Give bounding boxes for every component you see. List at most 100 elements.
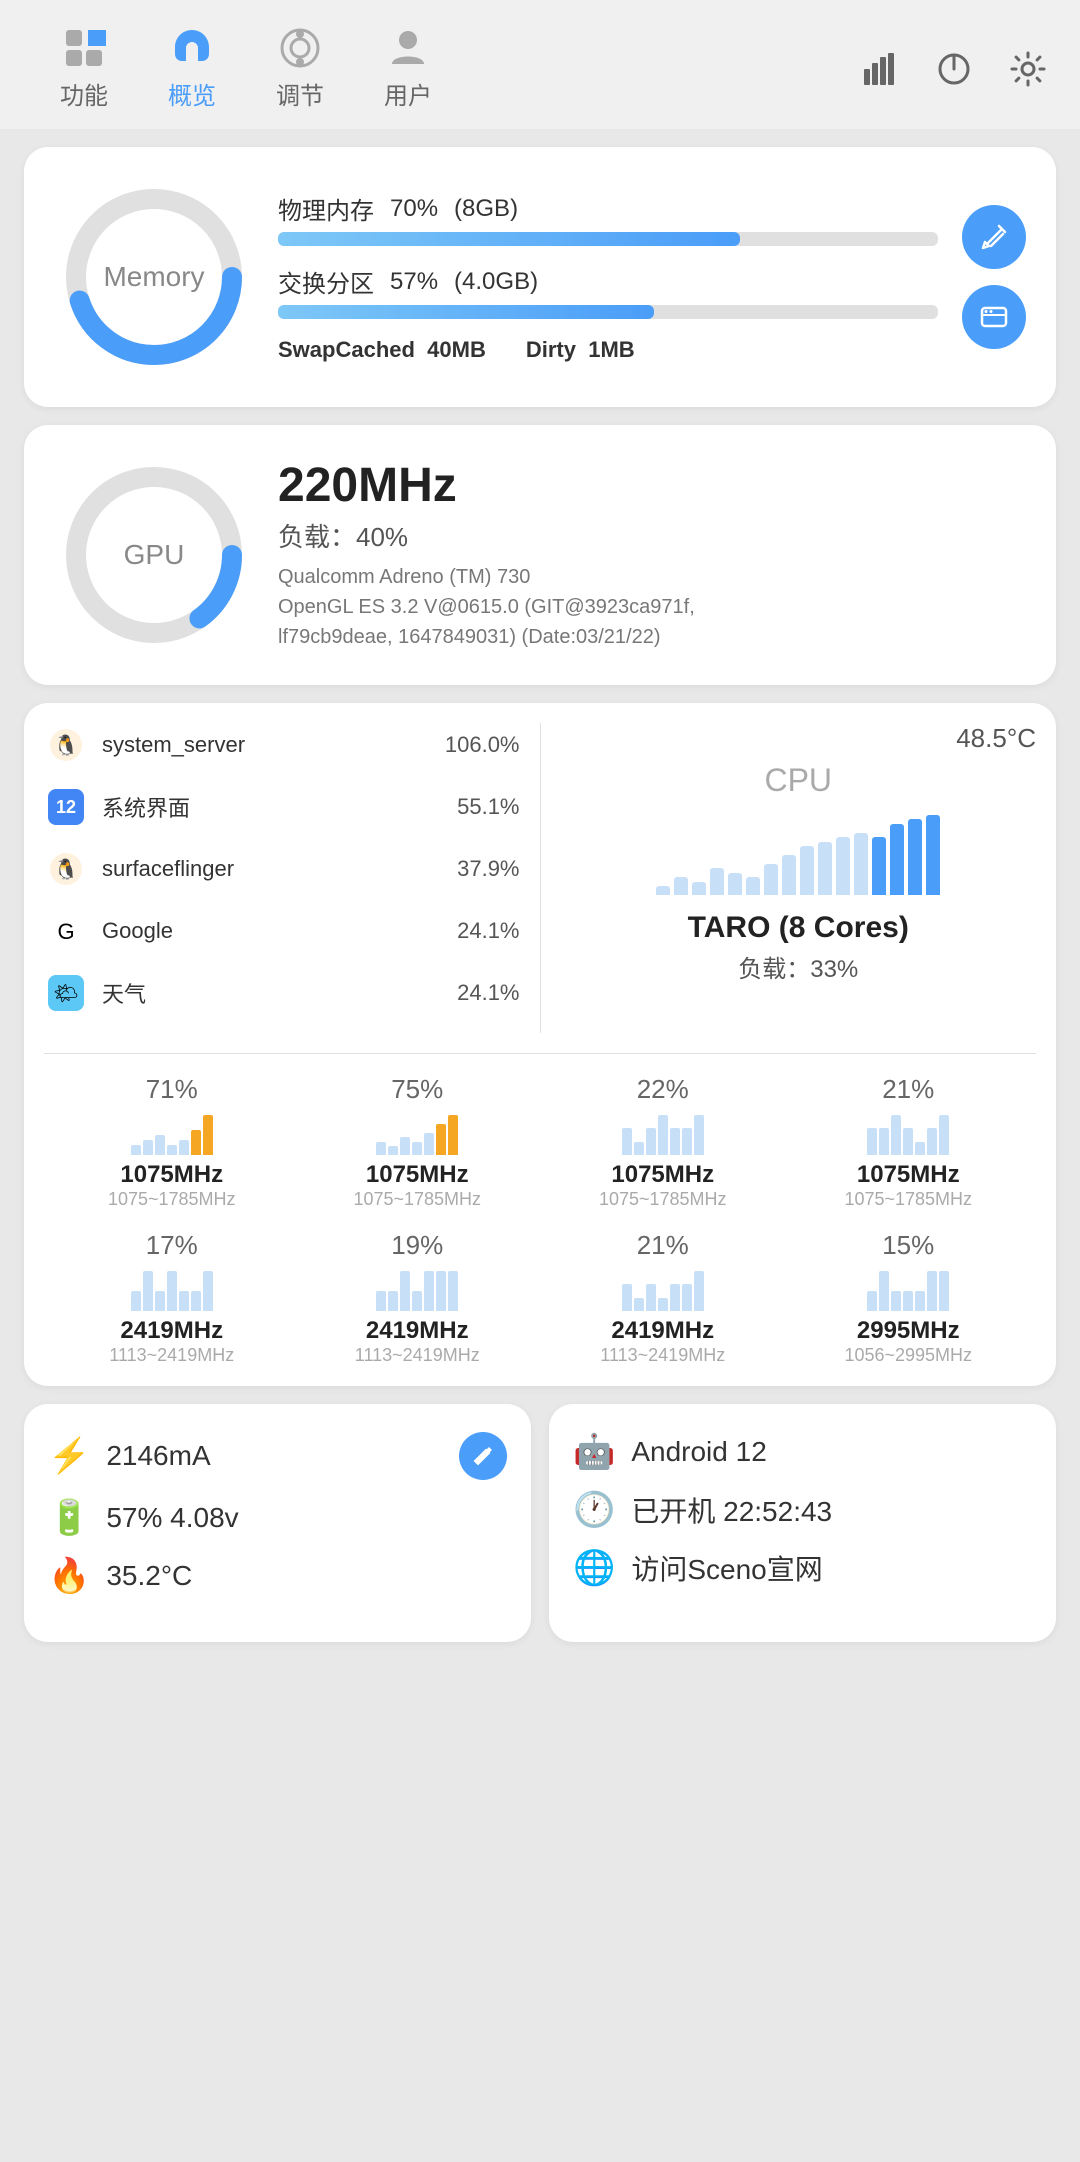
gpu-label: GPU — [124, 539, 185, 571]
cpu-chart-bar — [890, 824, 904, 895]
core-freq: 2419MHz — [366, 1317, 469, 1345]
core-bar — [191, 1130, 201, 1155]
visit-row: 🌐 访问Sceno宣网 — [573, 1548, 1032, 1588]
process-name: Google — [102, 918, 443, 944]
process-pct: 24.1% — [457, 980, 519, 1006]
cpu-chart-bar — [746, 877, 760, 895]
core-item-0: 71% 1075MHz 1075~1785MHz — [54, 1074, 290, 1210]
cpu-chart-bar — [728, 873, 742, 895]
core-bar — [412, 1291, 422, 1311]
cpu-chart-bar — [656, 886, 670, 895]
svg-text:🐧: 🐧 — [54, 733, 79, 757]
core-pct: 15% — [882, 1230, 934, 1261]
core-pct: 21% — [637, 1230, 689, 1261]
core-pct: 19% — [391, 1230, 443, 1261]
core-pct: 21% — [882, 1074, 934, 1105]
core-bar — [646, 1284, 656, 1311]
core-range: 1075~1785MHz — [353, 1189, 481, 1210]
core-bar — [867, 1291, 877, 1311]
nav-item-tune[interactable]: 调节 — [246, 18, 354, 119]
cpu-card: 🐧 system_server 106.0% 12 系统界面 55.1% 🐧 s… — [24, 703, 1056, 1386]
core-item-4: 17% 2419MHz 1113~2419MHz — [54, 1230, 290, 1366]
core-bar — [424, 1271, 434, 1311]
cpu-chart — [656, 815, 940, 895]
core-mini-chart — [622, 1111, 704, 1155]
memory-actions — [962, 205, 1026, 349]
core-bar — [131, 1145, 141, 1155]
cpu-load-label: 负载： — [738, 956, 810, 983]
core-bar — [436, 1271, 446, 1311]
core-bar — [203, 1115, 213, 1155]
process-item: 🐧 surfaceflinger 37.9% — [44, 847, 520, 891]
chart-icon[interactable] — [858, 47, 902, 91]
temp-value: 35.2°C — [106, 1560, 192, 1592]
cpu-right: 48.5°C CPU TARO (8 Cores) 负载：33% — [541, 723, 1037, 1033]
cpu-load-value: 33% — [810, 956, 858, 983]
process-name: surfaceflinger — [102, 856, 443, 882]
cpu-chart-bar — [836, 837, 850, 895]
physical-progress-bg — [278, 232, 938, 246]
core-bar — [143, 1271, 153, 1311]
cpu-label: CPU — [764, 762, 832, 799]
cpu-divider — [44, 1053, 1036, 1054]
uptime-value: 已开机 22:52:43 — [631, 1490, 832, 1530]
gpu-donut: GPU — [54, 455, 254, 655]
core-bar — [658, 1298, 668, 1311]
swap-title: 交换分区 — [278, 264, 374, 299]
core-bar — [903, 1291, 913, 1311]
nav-items: 功能 概览 调节 — [30, 18, 858, 119]
user-icon — [386, 26, 430, 70]
core-bar — [424, 1133, 434, 1155]
power-icon[interactable] — [932, 47, 976, 91]
cpu-chart-bar — [692, 882, 706, 895]
svg-text:G: G — [57, 919, 74, 944]
cores-grid: 71% 1075MHz 1075~1785MHz 75% 1075MHz 107… — [44, 1074, 1036, 1366]
core-bar — [915, 1142, 925, 1155]
core-bar — [448, 1115, 458, 1155]
core-bar — [436, 1124, 446, 1155]
swap-cached-label: SwapCached — [278, 337, 415, 362]
core-range: 1113~2419MHz — [355, 1345, 480, 1366]
core-bar — [682, 1284, 692, 1311]
core-bar — [388, 1291, 398, 1311]
core-freq: 1075MHz — [366, 1161, 469, 1189]
settings-icon[interactable] — [1006, 47, 1050, 91]
core-bar — [412, 1142, 422, 1155]
clock-icon: 🕐 — [573, 1490, 615, 1530]
core-mini-chart — [867, 1111, 949, 1155]
core-bar — [891, 1115, 901, 1155]
storage-button[interactable] — [962, 285, 1026, 349]
core-bar — [658, 1115, 668, 1155]
gpu-load-label: 负载： — [278, 522, 356, 552]
plug-icon: ⚡ — [48, 1436, 90, 1476]
process-item: 12 系统界面 55.1% — [44, 785, 520, 829]
core-mini-chart — [131, 1111, 213, 1155]
current-value: 2146mA — [106, 1440, 210, 1472]
process-name: system_server — [102, 732, 431, 758]
nav-item-overview[interactable]: 概览 — [138, 18, 246, 119]
core-item-2: 22% 1075MHz 1075~1785MHz — [545, 1074, 781, 1210]
core-bar — [203, 1271, 213, 1311]
core-bar — [670, 1128, 680, 1155]
memory-footer: SwapCached 40MB Dirty 1MB — [278, 337, 938, 363]
memory-info: 物理内存 70% (8GB) 交换分区 57% (4.0GB) SwapCach… — [278, 191, 938, 363]
edit-button[interactable] — [459, 1432, 507, 1480]
core-item-1: 75% 1075MHz 1075~1785MHz — [300, 1074, 536, 1210]
core-freq: 1075MHz — [120, 1161, 223, 1189]
bottom-row: ⚡ 2146mA 🔋 57% 4.08v 🔥 35.2°C 🤖 Android … — [24, 1404, 1056, 1642]
cpu-process-list: 🐧 system_server 106.0% 12 系统界面 55.1% 🐧 s… — [44, 723, 541, 1033]
physical-progress-fill — [278, 232, 740, 246]
core-bar — [694, 1271, 704, 1311]
nav-item-features[interactable]: 功能 — [30, 18, 138, 119]
clean-button[interactable] — [962, 205, 1026, 269]
cpu-chart-bar — [674, 877, 688, 895]
core-bar — [646, 1128, 656, 1155]
nav-item-user[interactable]: 用户 — [354, 18, 462, 119]
process-pct: 37.9% — [457, 856, 519, 882]
swap-pct: 57% — [390, 268, 438, 296]
cpu-chart-bar — [926, 815, 940, 895]
core-bar — [927, 1128, 937, 1155]
swap-cached-value: 40MB — [427, 337, 486, 362]
core-mini-chart — [622, 1267, 704, 1311]
core-bar — [634, 1142, 644, 1155]
